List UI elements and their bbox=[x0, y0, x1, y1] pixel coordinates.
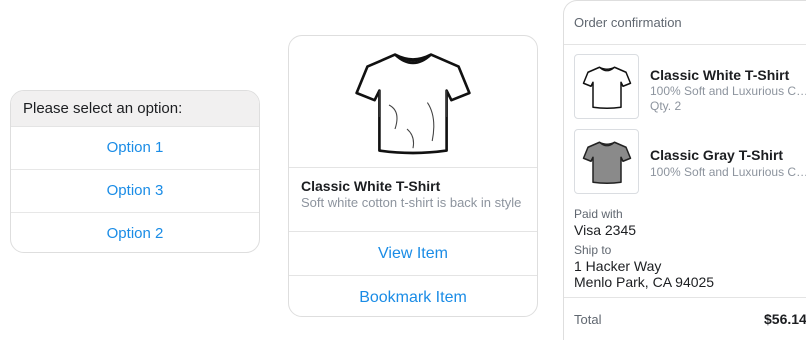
receipt-header: Order confirmation bbox=[564, 1, 806, 45]
white-tshirt-icon bbox=[355, 52, 471, 154]
receipt-item-thumbnail bbox=[574, 54, 639, 119]
product-image[interactable] bbox=[289, 36, 537, 168]
product-card: Classic White T-Shirt Soft white cotton … bbox=[288, 35, 538, 317]
paid-with-value: Visa 2345 bbox=[574, 222, 637, 238]
option-1-button[interactable]: Option 1 bbox=[11, 127, 259, 170]
option-3-button[interactable]: Option 3 bbox=[11, 170, 259, 213]
receipt-item-subtitle: 100% Soft and Luxurious C… bbox=[650, 165, 806, 179]
product-info: Classic White T-Shirt Soft white cotton … bbox=[289, 168, 537, 232]
receipt-item-title: Classic White T-Shirt bbox=[650, 67, 790, 83]
ship-to-line1: 1 Hacker Way bbox=[574, 258, 662, 274]
gray-tshirt-icon bbox=[582, 141, 631, 184]
paid-with-label: Paid with bbox=[574, 207, 623, 221]
receipt-item-subtitle: 100% Soft and Luxurious C… bbox=[650, 84, 806, 98]
product-subtitle: Soft white cotton t-shirt is back in sty… bbox=[301, 195, 522, 210]
total-value: $56.14 bbox=[764, 311, 806, 327]
receipt-item-title: Classic Gray T-Shirt bbox=[650, 147, 784, 163]
view-item-button[interactable]: View Item bbox=[289, 232, 537, 276]
bookmark-item-button[interactable]: Bookmark Item bbox=[289, 276, 537, 316]
options-prompt: Please select an option: bbox=[11, 91, 259, 127]
quick-replies-card: Please select an option: Option 1 Option… bbox=[10, 90, 260, 253]
total-label: Total bbox=[574, 312, 602, 327]
white-tshirt-icon bbox=[582, 66, 631, 109]
option-2-button[interactable]: Option 2 bbox=[11, 213, 259, 252]
ship-to-label: Ship to bbox=[574, 243, 612, 257]
receipt-card: Order confirmation Classic White T-Shirt… bbox=[563, 0, 806, 340]
receipt-item-quantity: Qty. 2 bbox=[650, 99, 682, 113]
total-row: Total $56.14 bbox=[564, 297, 806, 340]
receipt-item-thumbnail bbox=[574, 129, 639, 194]
ship-to-line2: Menlo Park, CA 94025 bbox=[574, 274, 715, 290]
product-title: Classic White T-Shirt bbox=[301, 178, 441, 194]
